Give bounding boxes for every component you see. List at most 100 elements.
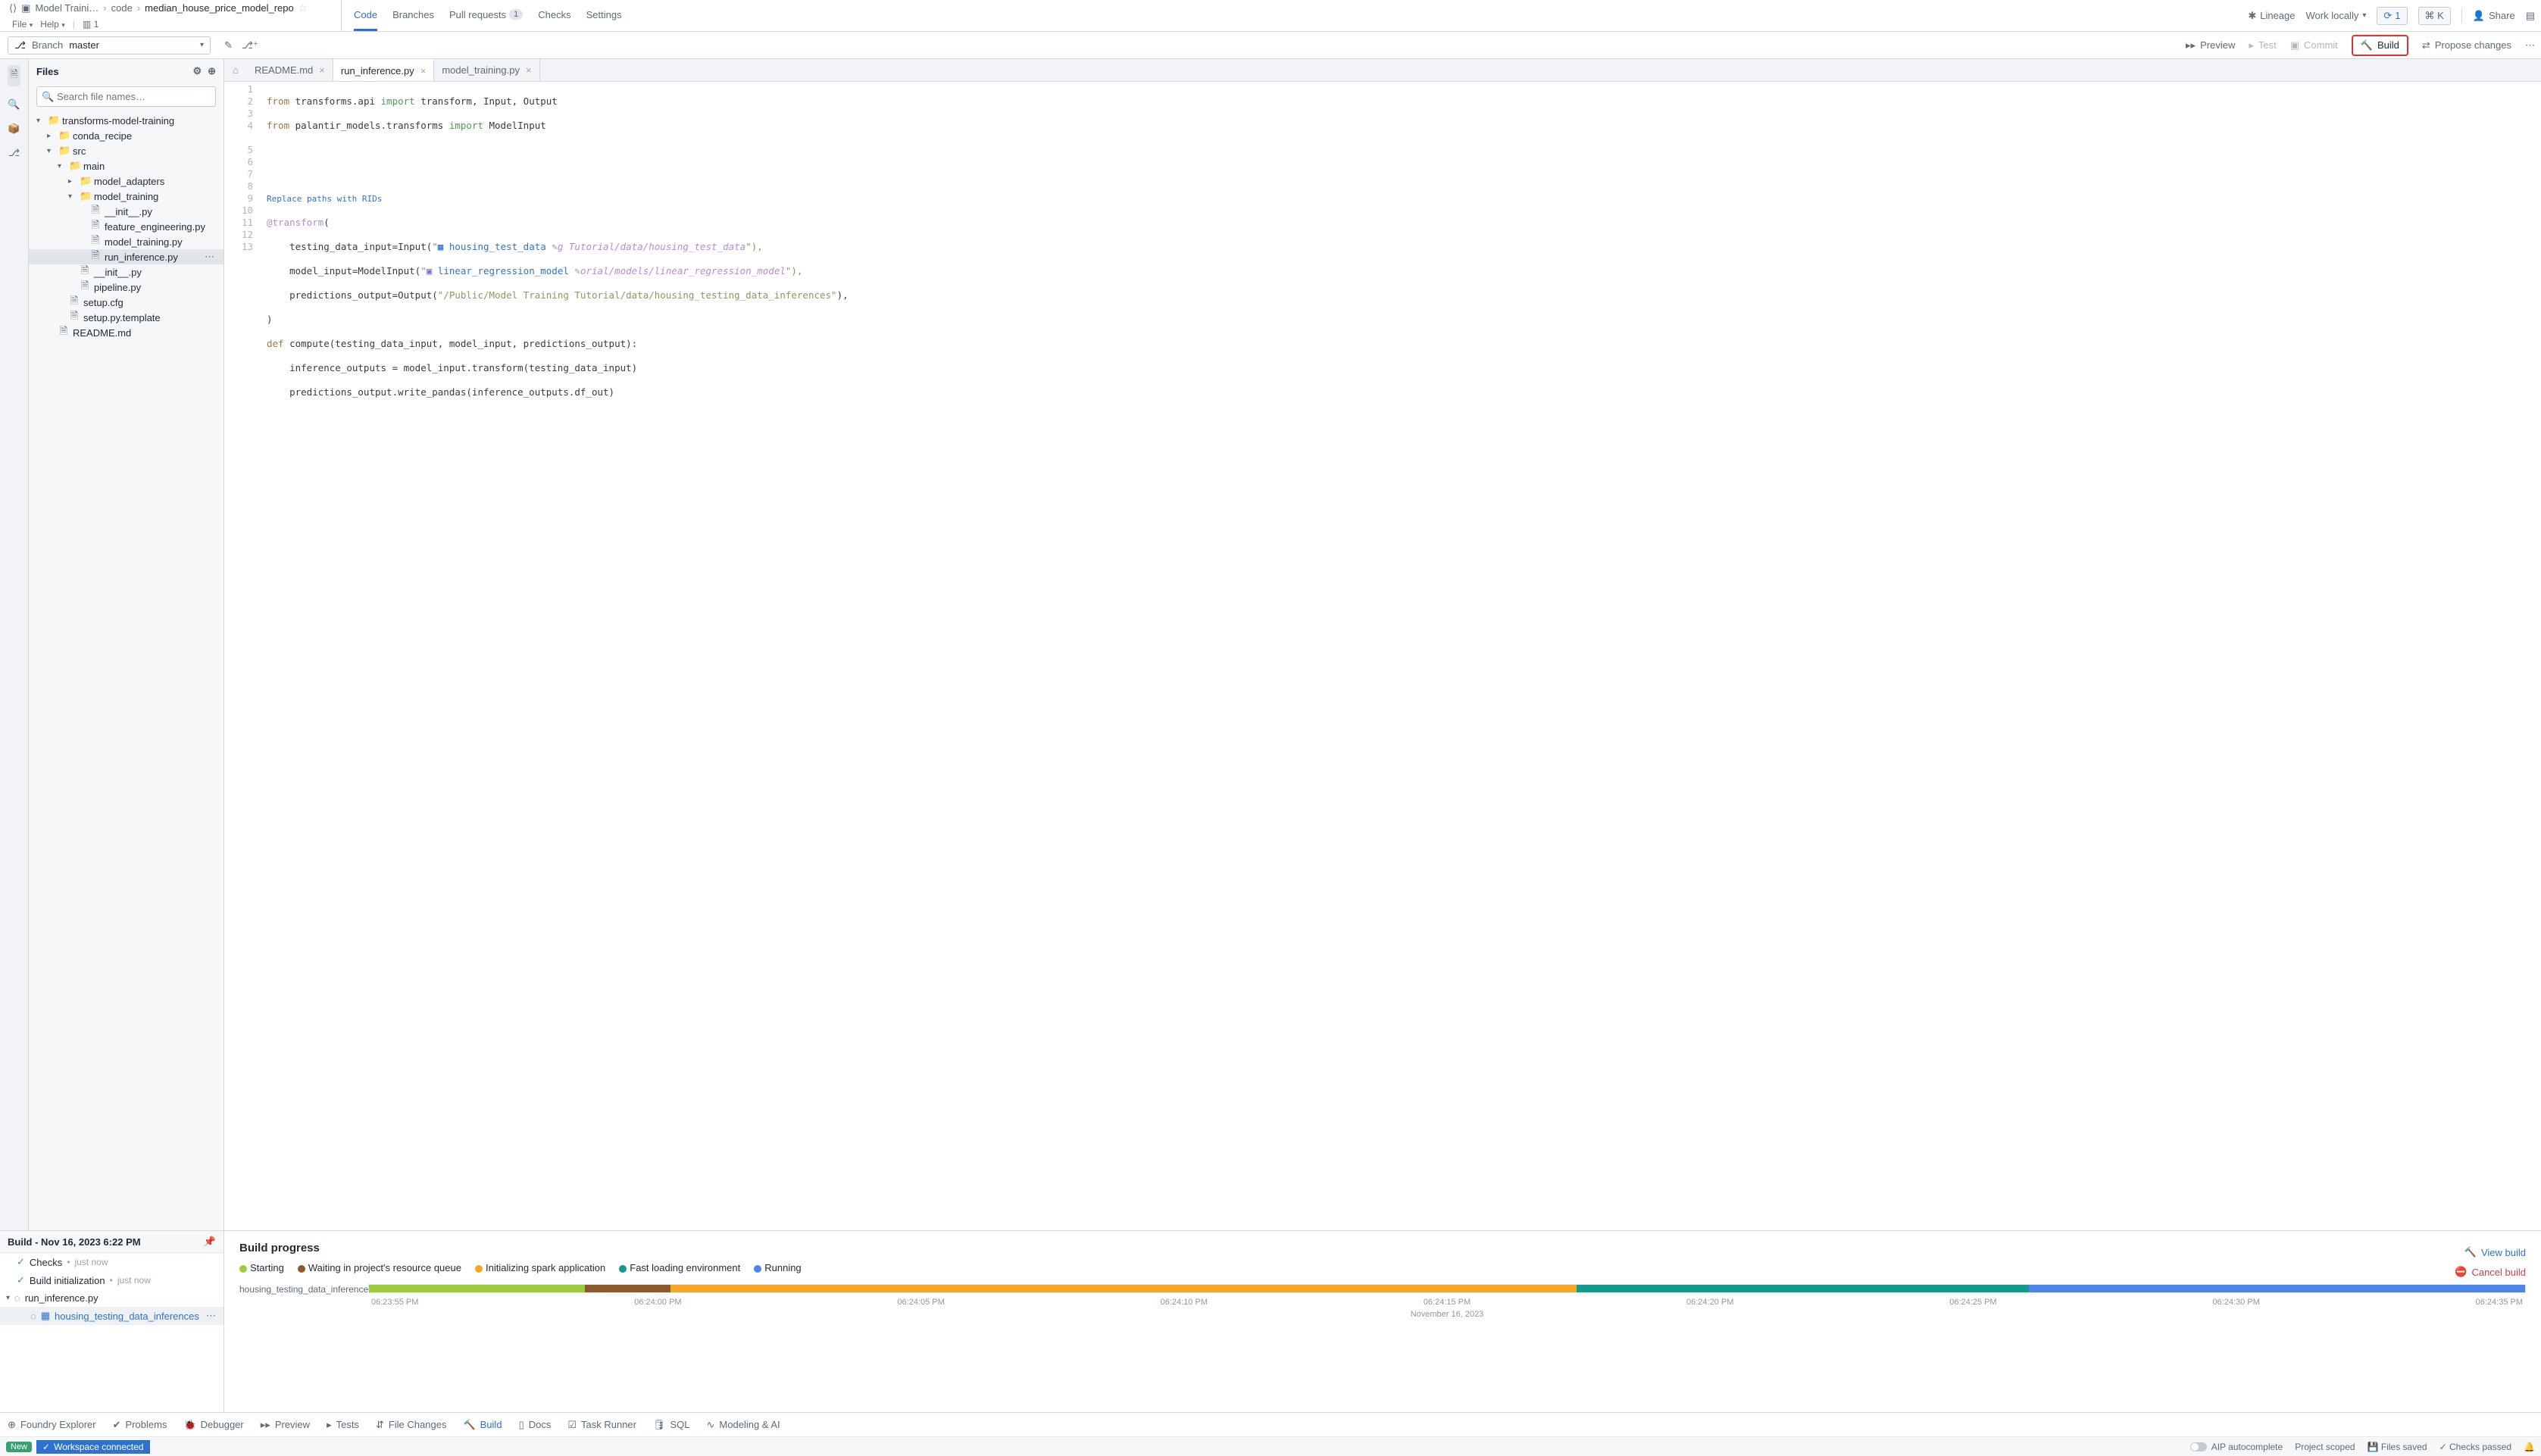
build-progress-title: Build progress <box>239 1242 2526 1254</box>
tree-folder[interactable]: ▸📁model_adapters <box>29 173 223 189</box>
star-icon[interactable]: ☆ <box>298 2 308 14</box>
modeling-button[interactable]: ∿Modeling & AI <box>707 1419 780 1431</box>
close-icon[interactable]: × <box>420 65 427 77</box>
sql-button[interactable]: 🛢SQL <box>653 1419 690 1431</box>
tree-file-active[interactable]: 🗎run_inference.py⋯ <box>29 249 223 264</box>
workspace-status[interactable]: ✓Workspace connected <box>36 1440 150 1454</box>
tab-branches[interactable]: Branches <box>392 0 434 31</box>
build-title: Build - Nov 16, 2023 6:22 PM <box>8 1236 141 1248</box>
tests-button[interactable]: ▸Tests <box>327 1419 359 1431</box>
project-scoped-label[interactable]: Project scoped <box>2295 1442 2355 1452</box>
breadcrumb-folder[interactable]: code <box>111 2 133 14</box>
bell-icon[interactable]: 🔔 <box>2524 1442 2535 1452</box>
file-search-input[interactable] <box>36 86 216 107</box>
new-badge[interactable]: New <box>6 1442 32 1452</box>
cancel-build-button[interactable]: ⛔Cancel build <box>2455 1266 2526 1278</box>
spinner-icon: ◌ <box>14 1292 20 1304</box>
problems-button[interactable]: ✔Problems <box>113 1419 167 1431</box>
build-file-row[interactable]: ▾ ◌ run_inference.py <box>0 1289 223 1307</box>
more-icon[interactable]: ⋯ <box>2525 39 2535 52</box>
commit-button[interactable]: ▣Commit <box>2290 39 2338 52</box>
editor-tab[interactable]: README.md× <box>247 59 333 81</box>
tree-file[interactable]: 🗎__init__.py <box>29 264 223 280</box>
editor-tab-active[interactable]: run_inference.py× <box>333 59 434 81</box>
breadcrumb-repo[interactable]: median_house_price_model_repo <box>145 2 294 14</box>
build-tab-button[interactable]: 🔨Build <box>463 1419 502 1431</box>
tab-settings[interactable]: Settings <box>586 0 622 31</box>
tab-pull-requests[interactable]: Pull requests1 <box>449 0 523 31</box>
pin-icon[interactable]: 📌 <box>204 1236 216 1248</box>
tab-code[interactable]: Code <box>354 0 377 31</box>
tree-folder[interactable]: ▾📁model_training <box>29 189 223 204</box>
check-icon: ✓ <box>42 1442 50 1452</box>
new-branch-icon[interactable]: ⎇⁺ <box>242 39 258 52</box>
build-timeline: 06:23:55 PM06:24:00 PM06:24:05 PM06:24:1… <box>368 1284 2526 1319</box>
preview-button[interactable]: ▸▸Preview <box>261 1419 310 1431</box>
tree-file[interactable]: 🗎setup.cfg <box>29 295 223 310</box>
timeline-segment <box>2029 1285 2525 1292</box>
tree-file[interactable]: 🗎pipeline.py <box>29 280 223 295</box>
close-icon[interactable]: × <box>319 64 325 76</box>
bug-icon: 🐞 <box>183 1419 195 1431</box>
tab-checks[interactable]: Checks <box>538 0 570 31</box>
share-button[interactable]: 👤Share <box>2473 10 2515 22</box>
view-build-button[interactable]: 🔨View build <box>2464 1246 2526 1258</box>
task-runner-button[interactable]: ☑Task Runner <box>567 1419 636 1431</box>
debugger-button[interactable]: 🐞Debugger <box>183 1419 243 1431</box>
edit-icon[interactable]: ✎ <box>552 241 558 252</box>
build-dataset-row[interactable]: ◌ ▦ housing_testing_data_inferences ⋯ <box>0 1307 223 1325</box>
pr-icon: ⇄ <box>2422 39 2430 52</box>
tree-folder[interactable]: ▸📁conda_recipe <box>29 128 223 143</box>
code-editor[interactable]: 1234 56789 10111213 from transforms.api … <box>224 82 2541 1230</box>
lineage-button[interactable]: ✱Lineage <box>2248 10 2295 22</box>
tree-file[interactable]: 🗎README.md <box>29 325 223 340</box>
editor-tab[interactable]: model_training.py× <box>434 59 539 81</box>
build-init-row[interactable]: ✓ Build initialization • just now <box>0 1271 223 1289</box>
work-locally-button[interactable]: Work locally ▾ <box>2306 10 2367 21</box>
help-menu[interactable]: Help ▾ <box>40 19 65 30</box>
tree-file[interactable]: 🗎setup.py.template <box>29 310 223 325</box>
play-icon: ▸ <box>327 1419 332 1431</box>
build-button[interactable]: 🔨Build <box>2352 35 2408 56</box>
aip-toggle[interactable]: AIP autocomplete <box>2190 1442 2283 1452</box>
edit-icon[interactable]: ✎ <box>574 265 580 277</box>
file-menu[interactable]: File ▾ <box>12 19 33 30</box>
build-checks-row[interactable]: ✓ Checks • just now <box>0 1253 223 1271</box>
close-icon[interactable]: × <box>526 64 532 76</box>
branch-bar: ⎇ Branch master ▾ ✎ ⎇⁺ ▸▸Preview ▸Test ▣… <box>0 32 2541 59</box>
rail-files-icon[interactable]: 🗎 <box>8 65 20 86</box>
test-button[interactable]: ▸Test <box>2249 39 2276 52</box>
edit-icon[interactable]: ✎ <box>224 39 233 52</box>
rail-package-icon[interactable]: 📦 <box>8 123 20 135</box>
tree-file[interactable]: 🗎feature_engineering.py <box>29 219 223 234</box>
docs-button[interactable]: ▯Docs <box>519 1419 552 1431</box>
tree-file[interactable]: 🗎__init__.py <box>29 204 223 219</box>
check-circle-icon: ✔ <box>113 1419 121 1431</box>
gear-icon[interactable]: ⚙ <box>192 65 202 77</box>
rail-git-icon[interactable]: ⎇ <box>8 147 20 159</box>
refresh-button[interactable]: ⟳1 <box>2377 7 2407 25</box>
code-content[interactable]: from transforms.api import transform, In… <box>262 82 849 1230</box>
dataset-link[interactable]: housing_test_data <box>449 241 546 252</box>
tree-folder[interactable]: ▾📁transforms-model-training <box>29 113 223 128</box>
propose-changes-button[interactable]: ⇄Propose changes <box>2422 39 2511 52</box>
tree-folder[interactable]: ▾📁main <box>29 158 223 173</box>
branch-selector[interactable]: ⎇ Branch master ▾ <box>8 36 211 55</box>
file-tree: ▾📁transforms-model-training ▸📁conda_reci… <box>29 113 223 1230</box>
preview-button[interactable]: ▸▸Preview <box>2186 39 2235 52</box>
rail-search-icon[interactable]: 🔍 <box>8 98 20 111</box>
file-changes-button[interactable]: ⇵File Changes <box>376 1419 447 1431</box>
collab-indicator[interactable]: ▥ 1 <box>83 19 98 30</box>
home-icon[interactable]: ⌂ <box>224 64 247 76</box>
model-link[interactable]: linear_regression_model <box>438 265 569 277</box>
tree-file[interactable]: 🗎model_training.py <box>29 234 223 249</box>
add-icon[interactable]: ⊕ <box>208 65 216 77</box>
timeline-tick: 06:23:55 PM <box>371 1298 418 1307</box>
more-icon[interactable]: ⋯ <box>205 251 217 263</box>
breadcrumb-root[interactable]: Model Traini… <box>35 2 98 14</box>
panel-icon[interactable]: ▤ <box>2526 10 2535 22</box>
tree-folder[interactable]: ▾📁src <box>29 143 223 158</box>
shortcut-button[interactable]: ⌘ K <box>2418 7 2451 25</box>
more-icon[interactable]: ⋯ <box>206 1310 216 1322</box>
foundry-explorer-button[interactable]: ⊕Foundry Explorer <box>8 1419 96 1431</box>
